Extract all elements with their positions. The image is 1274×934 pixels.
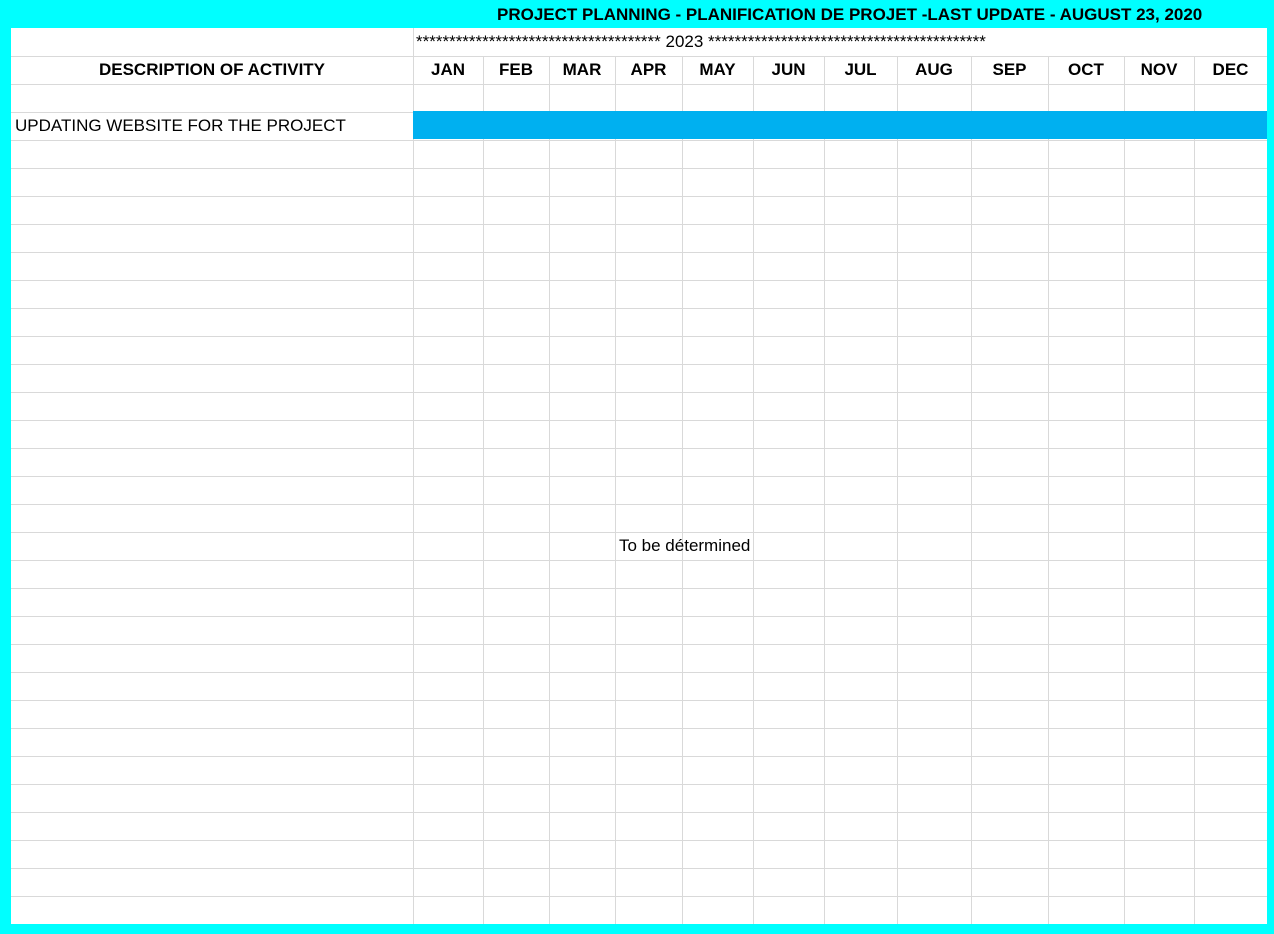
month-header-aug: AUG	[915, 60, 953, 79]
gridlines	[11, 28, 1267, 924]
month-header-nov: NOV	[1140, 60, 1178, 79]
spreadsheet-grid[interactable]: ************************************* 20…	[11, 28, 1267, 924]
month-header-dec: DEC	[1212, 60, 1249, 79]
note-to-be-determined: To be détermined	[619, 536, 751, 555]
month-header-apr: APR	[630, 60, 667, 79]
month-header-sep: SEP	[992, 60, 1027, 79]
activity-name[interactable]: UPDATING WEBSITE FOR THE PROJECT	[15, 112, 346, 140]
month-header-jul: JUL	[844, 60, 877, 79]
sheet-title: PROJECT PLANNING - PLANIFICATION DE PROJ…	[497, 5, 1203, 24]
gantt-bar[interactable]	[413, 111, 1267, 139]
month-header-oct: OCT	[1068, 60, 1104, 79]
month-header-mar: MAR	[562, 60, 602, 79]
month-header-jun: JUN	[771, 60, 806, 79]
month-header-may: MAY	[699, 60, 736, 79]
month-header-feb: FEB	[499, 60, 533, 79]
year-banner: ************************************* 20…	[416, 32, 986, 51]
month-header-jan: JAN	[430, 60, 465, 79]
description-header: DESCRIPTION OF ACTIVITY	[98, 60, 326, 79]
